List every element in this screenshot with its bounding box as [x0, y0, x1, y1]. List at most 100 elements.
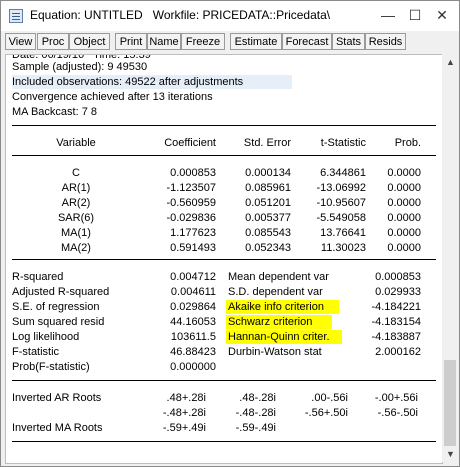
stat-label: Durbin-Watson stat [228, 346, 322, 358]
variable-cell: MA(2) [61, 242, 91, 254]
col-header-t-statistic: t-Statistic [320, 137, 366, 149]
stat-value: 0.000000 [170, 361, 216, 373]
std-error-cell: 0.085961 [245, 182, 291, 194]
prob-cell: 0.0000 [387, 182, 421, 194]
t-statistic-cell: -13.06992 [316, 182, 366, 194]
stat-label: Akaike info criterion [228, 301, 324, 313]
output-view[interactable]: Date: 06/19/16 Time: 15:39 Sample (adjus… [5, 54, 443, 464]
divider [12, 441, 436, 442]
divider [12, 259, 436, 260]
stat-value: 0.029864 [170, 301, 216, 313]
scroll-down-icon[interactable]: ▼ [446, 449, 455, 459]
t-statistic-cell: -5.549058 [316, 212, 366, 224]
title-bar[interactable]: Equation: UNTITLED Workfile: PRICEDATA::… [1, 1, 459, 31]
stat-label: Log likelihood [12, 331, 80, 343]
stat-label: R-squared [12, 271, 64, 283]
divider [12, 155, 436, 156]
stat-value: 0.029933 [375, 286, 421, 298]
prob-cell: 0.0000 [387, 212, 421, 224]
stat-label: Schwarz criterion [228, 316, 313, 328]
root-value: -.59+.49i [162, 422, 206, 434]
close-icon[interactable]: ✕ [432, 7, 452, 23]
stat-value: -4.184221 [371, 301, 421, 313]
equation-window: Equation: UNTITLED Workfile: PRICEDATA::… [0, 0, 460, 467]
stats-button[interactable]: Stats [332, 33, 365, 50]
stat-value: -4.183887 [371, 331, 421, 343]
stat-value: 2.000162 [375, 346, 421, 358]
scroll-up-icon[interactable]: ▲ [446, 57, 455, 67]
proc-button[interactable]: Proc [37, 33, 69, 50]
stat-value: 103611.5 [170, 331, 216, 343]
stat-value: 0.004712 [170, 271, 216, 283]
t-statistic-cell: 13.76641 [320, 227, 366, 239]
minimize-icon[interactable]: — [378, 7, 398, 23]
col-header-variable: Variable [56, 137, 96, 149]
coefficient-cell: -1.123507 [166, 182, 216, 194]
print-button[interactable]: Print [115, 33, 147, 50]
freeze-button[interactable]: Freeze [181, 33, 225, 50]
prob-cell: 0.0000 [387, 242, 421, 254]
coefficient-cell: -0.029836 [166, 212, 216, 224]
view-button[interactable]: View [5, 33, 36, 50]
root-value: .48-.28i [239, 392, 276, 404]
stat-label: Prob(F-statistic) [12, 361, 90, 373]
std-error-cell: 0.005377 [245, 212, 291, 224]
root-value: -.56+.50i [304, 407, 348, 419]
coefficient-cell: 0.000853 [170, 167, 216, 179]
variable-cell: SAR(6) [57, 212, 95, 224]
stat-label: Mean dependent var [228, 271, 329, 283]
name-button[interactable]: Name [147, 33, 181, 50]
variable-cell: MA(1) [61, 227, 91, 239]
stat-value: -4.183154 [371, 316, 421, 328]
variable-cell: AR(1) [61, 182, 91, 194]
stat-value: 0.004611 [170, 286, 216, 298]
col-header-std-error: Std. Error [243, 137, 291, 149]
root-value: -.59-.49i [235, 422, 276, 434]
stat-label: F-statistic [12, 346, 60, 358]
root-value: -.56-.50i [377, 407, 418, 419]
t-statistic-cell: 11.30023 [320, 242, 366, 254]
coefficient-cell: 1.177623 [170, 227, 216, 239]
root-value: -.48+.28i [162, 407, 206, 419]
prob-cell: 0.0000 [387, 197, 421, 209]
stat-label: Hannan-Quinn criter. [228, 331, 330, 343]
std-error-cell: 0.051201 [245, 197, 291, 209]
root-value: .00-.56i [311, 392, 348, 404]
coefficient-cell: 0.591493 [170, 242, 216, 254]
sample-line: Sample (adjusted): 9 49530 [12, 61, 148, 73]
ma-backcast-line: MA Backcast: 7 8 [12, 106, 97, 118]
col-header-prob: Prob. [394, 137, 421, 149]
divider [12, 125, 436, 126]
vertical-scrollbar[interactable]: ▲ ▼ [442, 54, 458, 462]
equation-window-icon [9, 9, 23, 23]
forecast-button[interactable]: Forecast [282, 33, 332, 50]
scrollbar-thumb[interactable] [444, 360, 456, 446]
stat-value: 46.88423 [170, 346, 216, 358]
stat-label: S.E. of regression [12, 301, 100, 313]
divider [12, 380, 436, 381]
prob-cell: 0.0000 [387, 167, 421, 179]
t-statistic-cell: 6.344861 [320, 167, 366, 179]
maximize-icon[interactable]: ☐ [405, 7, 425, 23]
object-button[interactable]: Object [69, 33, 110, 50]
stat-value: 44.16053 [170, 316, 216, 328]
prob-cell: 0.0000 [387, 227, 421, 239]
estimate-button[interactable]: Estimate [230, 33, 282, 50]
stat-value: 0.000853 [375, 271, 421, 283]
stat-label: Adjusted R-squared [12, 286, 110, 298]
resids-button[interactable]: Resids [365, 33, 406, 50]
t-statistic-cell: -10.95607 [316, 197, 366, 209]
convergence-line: Convergence achieved after 13 iterations [12, 91, 213, 103]
observations-line: Included observations: 49522 after adjus… [12, 76, 244, 88]
window-title: Equation: UNTITLED Workfile: PRICEDATA::… [30, 8, 331, 22]
std-error-cell: 0.052343 [245, 242, 291, 254]
stat-label: Sum squared resid [12, 316, 105, 328]
root-value: .48+.28i [166, 392, 206, 404]
root-value: -.48-.28i [235, 407, 276, 419]
std-error-cell: 0.000134 [245, 167, 291, 179]
coefficient-cell: -0.560959 [166, 197, 216, 209]
variable-cell: AR(2) [61, 197, 91, 209]
stat-label: S.D. dependent var [228, 286, 323, 298]
root-value: -.00+.56i [374, 392, 418, 404]
ar-roots-label: Inverted AR Roots [12, 392, 102, 404]
